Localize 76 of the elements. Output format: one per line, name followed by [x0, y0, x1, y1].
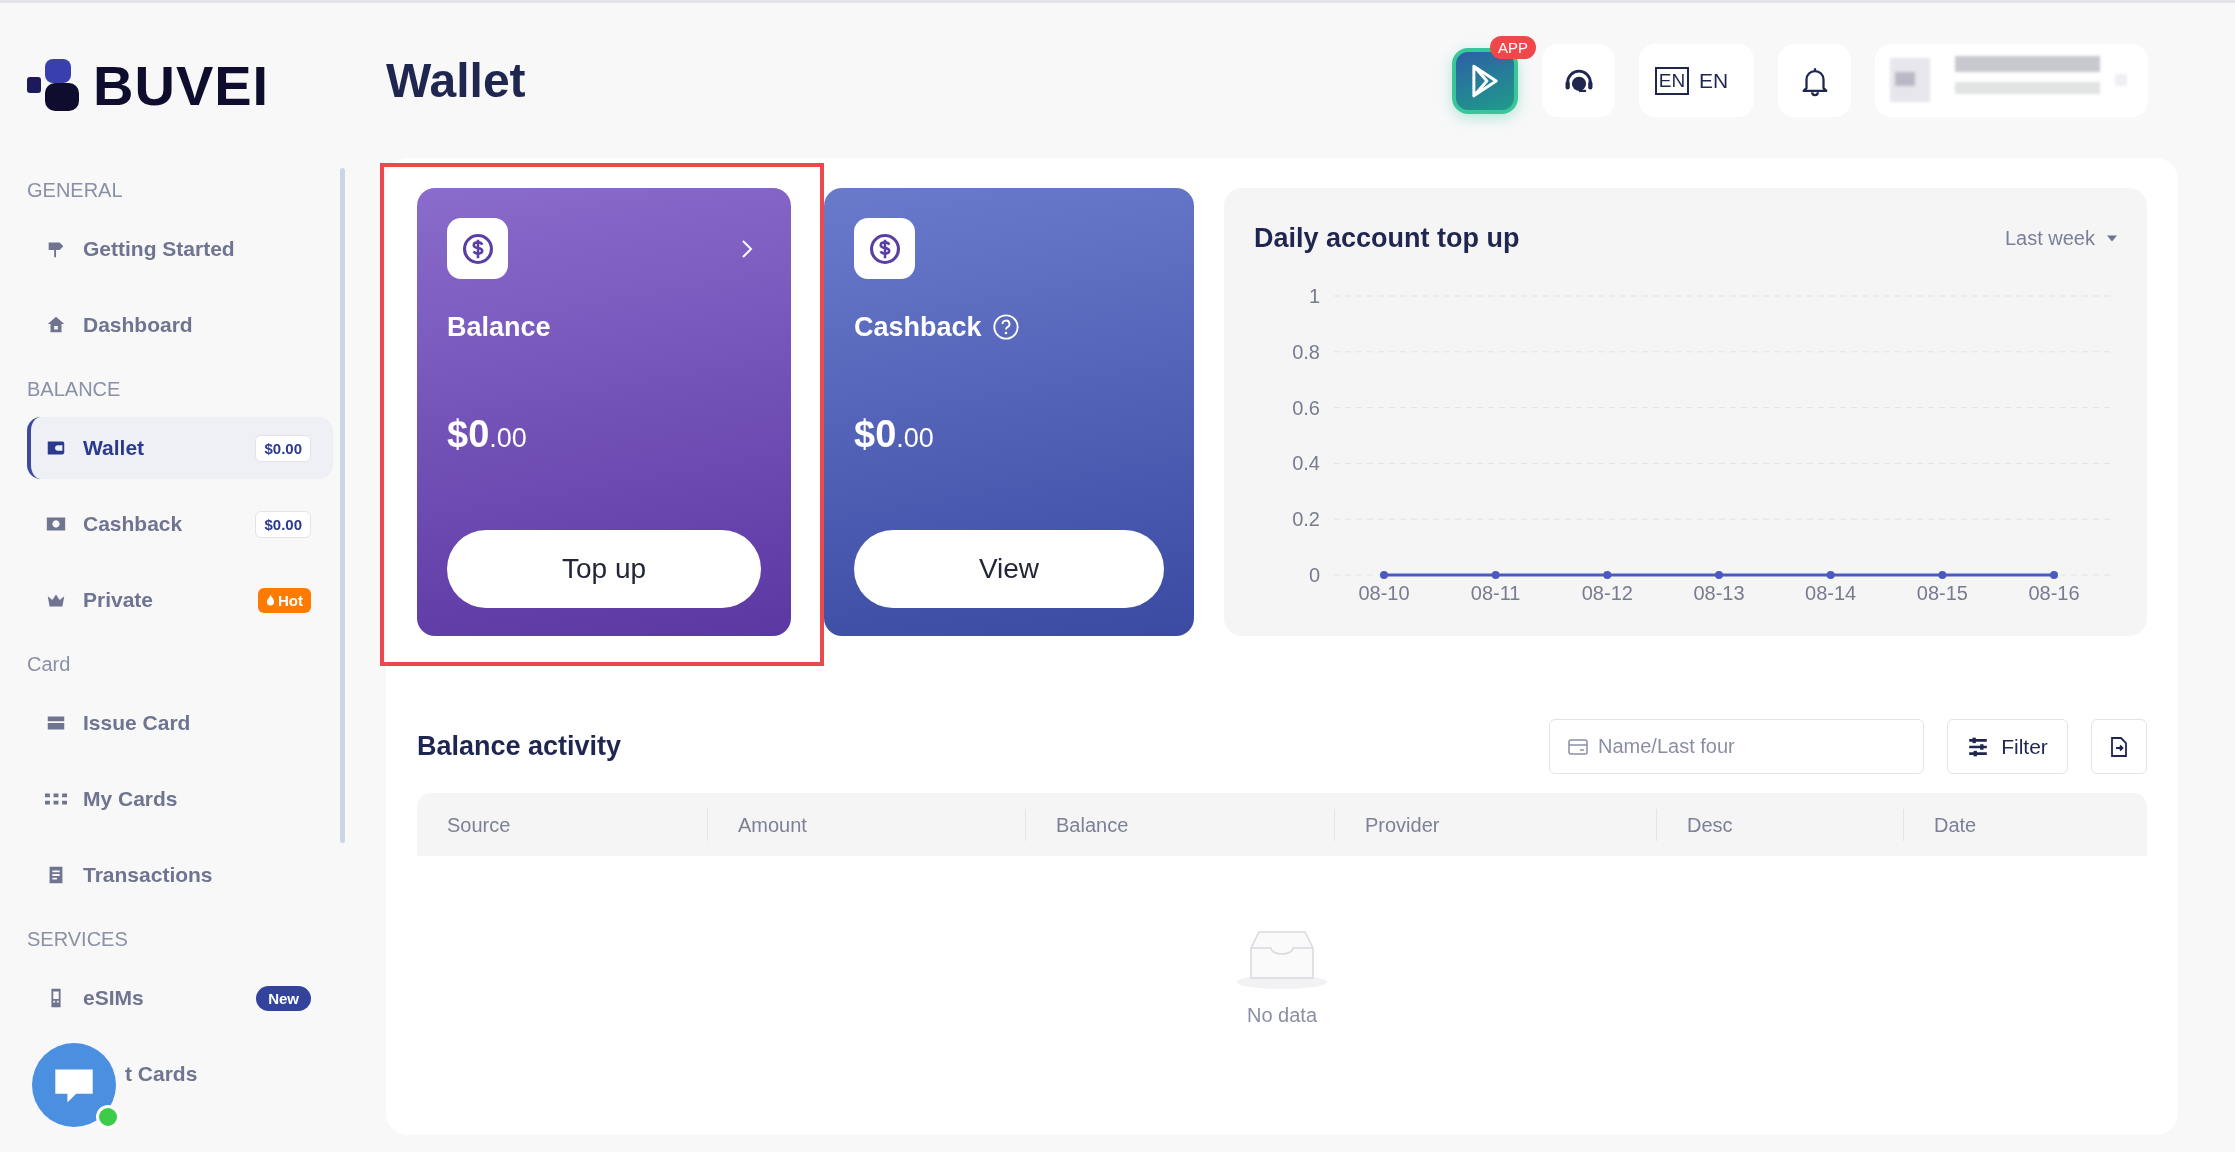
- scrollbar[interactable]: [340, 168, 345, 843]
- play-icon: [1472, 63, 1498, 98]
- card-action-button[interactable]: View: [854, 530, 1164, 608]
- x-tick-label: 08-15: [1916, 582, 1968, 604]
- data-point: [1715, 571, 1723, 579]
- y-tick-label: 0.4: [1292, 452, 1320, 475]
- section-heading: BALANCE: [27, 377, 122, 402]
- nav-item[interactable]: Wallet $0.00: [27, 417, 333, 479]
- data-point: [1603, 571, 1612, 579]
- column-header: Source: [446, 812, 512, 838]
- empty-inbox-icon: [1237, 928, 1327, 990]
- nav-item[interactable]: Dashboard: [27, 294, 333, 356]
- x-tick-label: 08-12: [1581, 582, 1633, 604]
- x-tick-label: 08-11: [1470, 582, 1521, 604]
- column-header: Desc: [1656, 808, 1903, 841]
- card-title: Balance: [447, 311, 551, 343]
- filter-button[interactable]: Filter: [1947, 719, 2068, 774]
- nav-item[interactable]: Private Hot: [27, 569, 333, 631]
- logo-text: BUVEI: [93, 52, 270, 118]
- nav-item[interactable]: Getting Started: [27, 218, 333, 280]
- x-tick-label: 08-14: [1805, 582, 1857, 604]
- section-heading: SERVICES: [27, 927, 129, 952]
- y-tick-label: 0.8: [1292, 340, 1320, 363]
- nav-item[interactable]: Transactions: [27, 844, 333, 906]
- data-point: [1491, 571, 1500, 579]
- notifications-button[interactable]: [1778, 44, 1851, 117]
- dollar-coin-icon: [447, 218, 508, 279]
- grid-icon: [45, 792, 67, 806]
- period-dropdown[interactable]: Last week: [2004, 226, 2117, 250]
- chevron-right-icon[interactable]: [741, 238, 753, 259]
- data-point: [2050, 571, 2058, 579]
- support-button[interactable]: [1542, 44, 1615, 117]
- column-header: Balance: [1025, 808, 1334, 841]
- y-tick-label: 1: [1308, 285, 1320, 307]
- export-icon: [2110, 736, 2128, 757]
- search-input[interactable]: Name/Last four: [1596, 734, 1905, 759]
- y-tick-label: 0: [1308, 564, 1320, 586]
- column-header: Date: [1903, 808, 2147, 841]
- card-amount: $0.00: [854, 413, 935, 456]
- app-badge: APP: [1490, 35, 1536, 59]
- chart-title: Daily account top up: [1254, 222, 1520, 254]
- nav-item[interactable]: Cashback $0.00: [27, 493, 333, 555]
- search-field[interactable]: Name/Last four: [1549, 719, 1924, 774]
- dollar-coin-icon: [854, 218, 915, 279]
- column-header: Amount: [707, 808, 1025, 841]
- section-heading: GENERAL: [27, 178, 124, 203]
- nav-item[interactable]: eSIMs New: [27, 967, 333, 1029]
- x-tick-label: 08-13: [1693, 582, 1745, 604]
- nav-badge: Hot: [258, 587, 311, 613]
- section-heading: Card: [27, 652, 72, 677]
- column-header: Provider: [1334, 808, 1656, 841]
- empty-state-text: No data: [1246, 1004, 1318, 1027]
- caret-down-icon: [2107, 234, 2117, 242]
- card-amount: $0.00: [447, 413, 528, 456]
- card-title: Cashback: [854, 311, 982, 343]
- data-point: [1826, 571, 1835, 579]
- help-icon[interactable]: [991, 313, 1020, 341]
- x-tick-label: 08-10: [1358, 582, 1410, 604]
- section-title: Balance activity: [417, 731, 623, 762]
- sliders-icon: [1967, 736, 1990, 757]
- page-title: Wallet: [386, 53, 526, 108]
- export-button[interactable]: [2091, 719, 2147, 774]
- card-action-button[interactable]: Top up: [447, 530, 761, 608]
- card-icon: [1568, 738, 1588, 755]
- data-point: [1938, 571, 1947, 579]
- data-point: [1380, 571, 1388, 579]
- y-tick-label: 0.2: [1292, 508, 1320, 531]
- nav-item[interactable]: t Cards: [27, 1043, 333, 1105]
- nav-item[interactable]: Issue Card: [27, 692, 333, 754]
- nav-item[interactable]: My Cards: [27, 768, 333, 830]
- language-selector[interactable]: EN EN: [1639, 44, 1754, 117]
- nav-badge: $0.00: [255, 434, 311, 462]
- nav-badge: New: [256, 985, 311, 1011]
- nav-badge: $0.00: [255, 510, 311, 538]
- x-tick-label: 08-16: [2028, 582, 2080, 604]
- y-tick-label: 0.6: [1292, 396, 1320, 419]
